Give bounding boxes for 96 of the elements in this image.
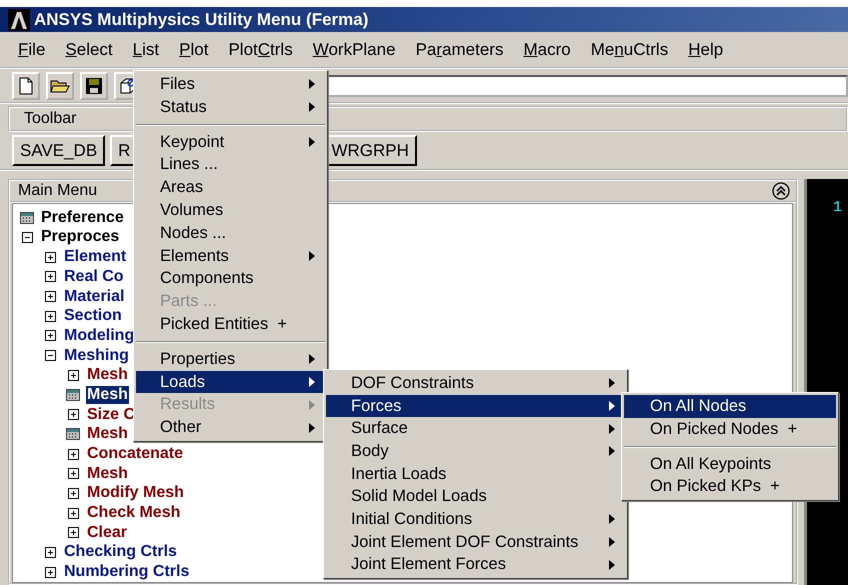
tree-item[interactable]: Mesh <box>86 386 129 404</box>
menu-item[interactable]: Parameters <box>416 36 514 62</box>
menu-item[interactable]: Surface <box>326 417 625 440</box>
menu-item[interactable]: On All Keypoints <box>624 452 836 476</box>
menu-item[interactable]: Joint Element DOF Constraints <box>326 530 625 554</box>
expand-icon[interactable] <box>68 508 78 519</box>
collapse-icon[interactable] <box>772 182 790 200</box>
menu-item[interactable]: Volumes <box>136 198 325 222</box>
window-number: 1 <box>833 198 842 218</box>
expand-icon[interactable] <box>68 370 78 381</box>
folder-icon <box>50 78 70 94</box>
expand-icon[interactable] <box>44 566 56 578</box>
new-file-icon <box>19 76 33 94</box>
menu-item[interactable]: PlotCtrls <box>228 36 303 62</box>
collapse-icon[interactable] <box>22 232 32 243</box>
tree-item[interactable]: Meshing <box>63 346 130 365</box>
submenu-arrow-icon <box>609 401 615 412</box>
expand-icon[interactable] <box>44 310 56 322</box>
expand-icon[interactable] <box>44 252 56 263</box>
tree-item[interactable]: Mesh <box>86 464 129 483</box>
panel-title: Main Menu <box>18 180 98 201</box>
tree-item[interactable]: Preference <box>40 208 125 227</box>
menu-item[interactable]: Components <box>136 267 325 290</box>
tree-item[interactable]: Numbering Ctrls <box>63 563 190 582</box>
expand-icon[interactable] <box>44 291 56 302</box>
submenu-arrow-icon <box>309 376 315 387</box>
expand-icon[interactable] <box>68 448 78 460</box>
menu-item[interactable]: Solid Model Loads <box>326 485 625 508</box>
expand-icon[interactable] <box>44 271 56 282</box>
menu-item[interactable]: On All Nodes <box>624 395 836 418</box>
menu-item[interactable]: Status <box>136 96 325 119</box>
menu-item[interactable]: Help <box>688 36 734 62</box>
menu-item[interactable]: Files <box>136 73 325 96</box>
menu-item[interactable]: List <box>132 36 170 62</box>
menu-item[interactable]: On Picked Nodes + <box>624 418 836 441</box>
menu-item[interactable]: Elements <box>136 244 325 268</box>
tree-item[interactable]: Modeling <box>63 326 136 345</box>
submenu-arrow-icon <box>309 250 315 261</box>
menu-item[interactable]: File <box>18 36 56 62</box>
menu-item[interactable]: Body <box>326 440 625 463</box>
expand-icon[interactable] <box>68 409 78 420</box>
menu-item[interactable]: Select <box>65 36 123 62</box>
menu-item[interactable]: Nodes ... <box>136 222 325 245</box>
tree-item[interactable]: Preproces <box>40 228 120 246</box>
tree-item[interactable]: Element <box>63 248 128 266</box>
panel-icon <box>66 388 80 401</box>
menu-item[interactable]: Areas <box>136 176 325 199</box>
menu-item[interactable]: Macro <box>523 36 581 62</box>
menu-item[interactable]: Inertia Loads <box>326 462 625 486</box>
menu-item[interactable]: Plot <box>179 36 218 62</box>
expand-icon[interactable] <box>68 527 78 538</box>
submenu-arrow-icon <box>309 422 315 433</box>
submenu-arrow-icon <box>309 79 315 90</box>
expand-icon[interactable] <box>44 330 56 342</box>
menu-item[interactable]: WorkPlane <box>312 36 406 62</box>
expand-icon[interactable] <box>68 468 78 480</box>
expand-icon[interactable] <box>68 488 78 499</box>
tree-item[interactable]: Material <box>63 288 126 306</box>
submenu-arrow-icon <box>609 424 615 434</box>
panel-icon <box>20 212 34 224</box>
new-file-button[interactable] <box>12 72 40 100</box>
tree-item[interactable]: Mesh <box>86 425 129 444</box>
tree-item[interactable]: Real Co <box>63 268 125 286</box>
menu-item[interactable]: Picked Entities + <box>136 312 325 336</box>
menu-item[interactable]: Other <box>136 416 325 439</box>
submenu-arrow-icon <box>609 514 615 524</box>
submenu-arrow-icon <box>309 102 315 112</box>
submenu-arrow-icon <box>609 537 615 548</box>
tree-item[interactable]: Concatenate <box>86 445 184 464</box>
tree-item[interactable]: Checking Ctrls <box>63 543 178 562</box>
menu-item[interactable]: Initial Conditions <box>326 508 625 531</box>
menu-item[interactable]: DOF Constraints <box>326 372 625 395</box>
panel-icon <box>66 428 80 440</box>
submenu-arrow-icon <box>309 400 315 410</box>
toolbar-button[interactable]: SAVE_DB <box>12 134 106 166</box>
menu-item[interactable]: Joint Element Forces <box>326 554 625 576</box>
collapse-icon[interactable] <box>44 350 56 362</box>
menu-item[interactable]: Properties <box>136 348 325 371</box>
submenu-arrow-icon <box>609 378 615 388</box>
menu-item[interactable]: On Picked KPs + <box>624 475 836 498</box>
toolbar-label: Toolbar <box>24 109 76 130</box>
menu-item[interactable]: MenuCtrls <box>590 36 678 62</box>
open-button[interactable] <box>46 72 74 100</box>
submenu-arrow-icon <box>609 446 615 456</box>
save-button[interactable] <box>80 72 108 100</box>
window-title: ANSYS Multiphysics Utility Menu (Ferma) <box>34 8 368 31</box>
tree-item[interactable]: Clear <box>86 524 128 542</box>
tree-item[interactable]: Section <box>63 307 123 326</box>
submenu-arrow-icon <box>609 560 615 570</box>
expand-icon[interactable] <box>44 546 56 558</box>
menu-item[interactable]: Loads <box>136 370 325 394</box>
tree-item[interactable]: Mesh <box>86 366 129 384</box>
submenu-arrow-icon <box>309 136 315 147</box>
submenu-arrow-icon <box>309 354 315 364</box>
tree-item[interactable]: Modify Mesh <box>86 484 185 502</box>
tree-item[interactable]: Check Mesh <box>86 504 182 522</box>
